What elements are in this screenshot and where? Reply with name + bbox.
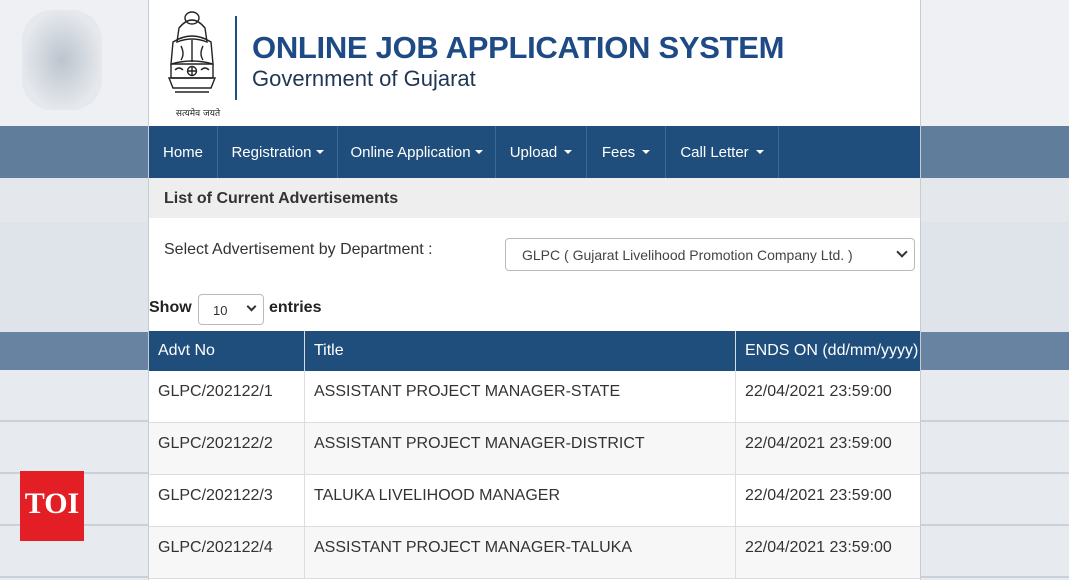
- nav-registration[interactable]: Registration: [218, 126, 338, 178]
- title-cell[interactable]: ASSISTANT PROJECT MANAGER-DISTRICT: [305, 423, 736, 474]
- site-header: सत्यमेव जयते ONLINE JOB APPLICATION SYST…: [149, 0, 920, 126]
- entries-label: entries: [269, 299, 322, 316]
- section-heading: List of Current Advertisements: [149, 178, 920, 218]
- title-cell[interactable]: ASSISTANT PROJECT MANAGER-TALUKA: [305, 527, 736, 578]
- main-navbar: Home Registration Online Application Upl…: [149, 126, 920, 178]
- nav-call-letter[interactable]: Call Letter: [666, 126, 779, 178]
- chevron-down-icon: [896, 246, 908, 258]
- ends-on-cell: 22/04/2021 23:59:00: [745, 383, 892, 400]
- entries-per-page-value: 10: [213, 303, 228, 318]
- nav-fees-label: Fees: [601, 143, 636, 161]
- table-header: Advt No Title ENDS ON (dd/mm/yyyy): [149, 331, 920, 371]
- entries-per-page-select[interactable]: 10: [198, 294, 264, 325]
- background-emblem: [22, 10, 102, 110]
- table-row[interactable]: GLPC/202122/2 ASSISTANT PROJECT MANAGER-…: [149, 423, 920, 475]
- main-panel: सत्यमेव जयते ONLINE JOB APPLICATION SYST…: [148, 0, 921, 580]
- header-divider: [235, 16, 237, 100]
- advt-no-cell: GLPC/202122/3: [149, 475, 305, 526]
- title-cell[interactable]: TALUKA LIVELIHOOD MANAGER: [305, 475, 736, 526]
- ends-on-cell: 22/04/2021 23:59:00: [745, 539, 892, 556]
- title-cell[interactable]: ASSISTANT PROJECT MANAGER-STATE: [305, 371, 736, 422]
- emblem-motto: सत्यमेव जयते: [175, 109, 221, 119]
- ends-on-cell: 22/04/2021 23:59:00: [745, 435, 892, 452]
- nav-call-letter-label: Call Letter: [680, 143, 749, 161]
- advt-no-cell: GLPC/202122/4: [149, 527, 305, 578]
- advertisements-table: Advt No Title ENDS ON (dd/mm/yyyy) GLPC/…: [149, 331, 920, 579]
- site-title: ONLINE JOB APPLICATION SYSTEM: [252, 30, 785, 65]
- table-row[interactable]: GLPC/202122/4 ASSISTANT PROJECT MANAGER-…: [149, 527, 920, 579]
- nav-fees[interactable]: Fees: [587, 126, 666, 178]
- caret-down-icon: [474, 150, 483, 154]
- nav-online-application[interactable]: Online Application: [338, 126, 496, 178]
- nav-upload-label: Upload: [509, 143, 558, 161]
- ends-on-cell: 22/04/2021 23:59:00: [745, 487, 892, 504]
- caret-down-icon: [315, 150, 324, 154]
- caret-down-icon: [642, 150, 651, 154]
- table-row[interactable]: GLPC/202122/3 TALUKA LIVELIHOOD MANAGER …: [149, 475, 920, 527]
- nav-home-label: Home: [162, 143, 203, 161]
- table-row[interactable]: GLPC/202122/1 ASSISTANT PROJECT MANAGER-…: [149, 371, 920, 423]
- nav-registration-label: Registration: [231, 143, 312, 161]
- column-header-title[interactable]: Title: [305, 331, 736, 371]
- chevron-down-icon: [246, 301, 257, 312]
- department-select[interactable]: GLPC ( Gujarat Livelihood Promotion Comp…: [505, 238, 915, 271]
- nav-home[interactable]: Home: [149, 126, 218, 178]
- show-label: Show: [149, 299, 192, 316]
- column-header-ends-on[interactable]: ENDS ON (dd/mm/yyyy): [736, 331, 920, 371]
- caret-down-icon: [564, 150, 573, 154]
- national-emblem-icon: सत्यमेव जयते: [161, 6, 223, 119]
- advt-no-cell: GLPC/202122/2: [149, 423, 305, 474]
- toi-watermark-logo: TOI: [20, 471, 84, 541]
- nav-online-application-label: Online Application: [350, 143, 471, 161]
- nav-upload[interactable]: Upload: [496, 126, 587, 178]
- site-subtitle: Government of Gujarat: [252, 66, 476, 91]
- department-filter-label: Select Advertisement by Department :: [164, 241, 433, 258]
- column-header-advt-no[interactable]: Advt No: [149, 331, 305, 371]
- advt-no-cell: GLPC/202122/1: [149, 371, 305, 422]
- table-body: GLPC/202122/1 ASSISTANT PROJECT MANAGER-…: [149, 371, 920, 579]
- caret-down-icon: [755, 150, 764, 154]
- department-select-value: GLPC ( Gujarat Livelihood Promotion Comp…: [522, 247, 853, 263]
